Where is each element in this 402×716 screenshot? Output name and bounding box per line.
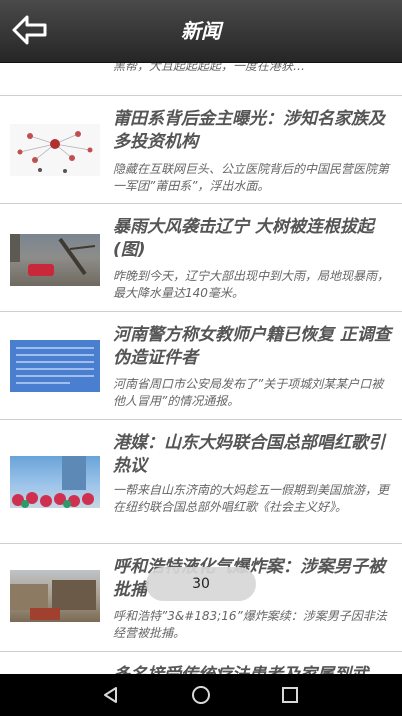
nav-home-button[interactable] <box>171 674 231 716</box>
news-item-desc: 河南省周口市公安局发布了”关于项城刘某某户口被他人冒用”的情况通报。 <box>113 377 384 408</box>
page-indicator: 30 <box>146 567 256 601</box>
news-item-desc: 一帮来自山东济南的大妈趁五一假期到美国旅游，更在纽约联合国总部外唱红歌《社会主义… <box>113 483 390 514</box>
news-thumbnail <box>10 456 100 508</box>
news-item-desc: 隐藏在互联网巨头、公立医院背后的中国民营医院第一军团”莆田系”，浮出水面。 <box>113 162 390 193</box>
news-item-title: 暴雨大风袭击辽宁 大树被连根拔起(图) <box>113 217 374 260</box>
system-nav-bar <box>0 674 402 716</box>
news-item-title: 河南警方称女教师户籍已恢复 正调查伪造证件者 <box>113 325 391 368</box>
nav-recents-icon <box>282 687 298 703</box>
nav-back-icon <box>104 687 117 703</box>
news-thumbnail <box>10 234 100 286</box>
storm-damage-image <box>10 234 96 276</box>
news-item[interactable]: 多名接受传统疗法患者及家属到武 <box>0 652 402 674</box>
app-header: 新闻 <box>0 0 402 63</box>
explosion-site-image <box>10 580 96 620</box>
network-graph-image <box>17 131 93 173</box>
news-item-partial[interactable]: 黑帮，大且起起起起，一度在港获… <box>0 62 402 96</box>
news-item[interactable]: 港媒：山东大妈联合国总部唱红歌引热议 一帮来自山东济南的大妈趁五一假期到美国旅游… <box>0 420 402 544</box>
nav-home-icon <box>192 686 210 704</box>
news-item-desc: 呼和浩特”3&#183;16”爆炸案续：涉案男子因非法经营被批捕。 <box>113 609 387 640</box>
news-item-desc: 昨晚到今天，辽宁大部出现中到大雨，局地现暴雨，最大降水量达140毫米。 <box>113 269 390 300</box>
news-item-title: 莆田系背后金主曝光：涉知名家族及多投资机构 <box>113 109 385 152</box>
news-item[interactable]: 暴雨大风袭击辽宁 大树被连根拔起(图) 昨晚到今天，辽宁大部出现中到大雨，局地现… <box>0 204 402 312</box>
page-title: 新闻 <box>181 19 221 43</box>
news-item-desc: 黑帮，大且起起起起，一度在港获… <box>113 62 306 73</box>
document-notice-image <box>16 347 94 384</box>
news-item[interactable]: 莆田系背后金主曝光：涉知名家族及多投资机构 隐藏在互联网巨头、公立医院背后的中国… <box>0 96 402 204</box>
news-thumbnail <box>10 340 100 392</box>
news-item[interactable]: 河南警方称女教师户籍已恢复 正调查伪造证件者 河南省周口市公安局发布了”关于项城… <box>0 312 402 420</box>
news-thumbnail <box>10 570 100 622</box>
nav-recents-button[interactable] <box>260 674 320 716</box>
news-item-title: 港媒：山东大妈联合国总部唱红歌引热议 <box>113 433 385 476</box>
news-item-title: 多名接受传统疗法患者及家属到武 <box>113 664 393 674</box>
crowd-singing-image <box>12 456 94 508</box>
news-thumbnail <box>10 124 100 176</box>
nav-back-button[interactable] <box>81 674 141 716</box>
